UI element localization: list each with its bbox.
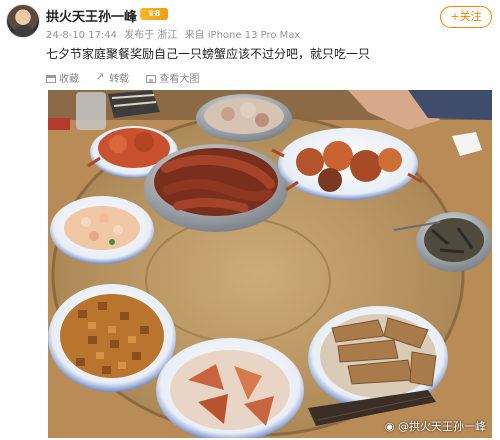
- photo-watermark: ◉ @拱火天王孙一峰: [385, 418, 486, 434]
- crown-icon: ♛: [147, 9, 155, 18]
- post-location: 发布于 浙江: [124, 30, 178, 41]
- avatar[interactable]: [6, 4, 40, 38]
- collect-icon: [46, 75, 56, 83]
- share-icon: [95, 70, 106, 83]
- post-meta: 24-8-10 17:44 发布于 浙江 来自 iPhone 13 Pro Ma…: [46, 26, 304, 41]
- view-large-label: 查看大图: [159, 74, 200, 85]
- username[interactable]: 拱火天王孙一峰: [46, 6, 137, 25]
- post-header: 拱火天王孙一峰 ♛8 24-8-10 17:44 发布于 浙江 来自 iPhon…: [0, 0, 500, 41]
- vip-badge[interactable]: ♛8: [140, 8, 168, 20]
- image-actions: 收藏 转载 查看大图: [46, 70, 213, 86]
- post-text: 七夕节家庭聚餐奖励自己一只螃蟹应该不过分吧，就只吃一只: [46, 47, 371, 61]
- post-datetime[interactable]: 24-8-10 17:44: [46, 30, 117, 41]
- watermark-text: @拱火天王孙一峰: [398, 420, 486, 433]
- collect-label: 收藏: [59, 74, 79, 85]
- view-large-button[interactable]: 查看大图: [146, 70, 199, 85]
- share-button[interactable]: 转载: [95, 70, 130, 85]
- gallery-icon: [146, 75, 157, 83]
- post-photo[interactable]: ◉ @拱火天王孙一峰: [48, 90, 492, 438]
- vip-level: 8: [154, 9, 161, 18]
- weibo-logo-icon: ◉: [384, 420, 395, 433]
- food-table-illustration: [48, 90, 492, 438]
- collect-button[interactable]: 收藏: [46, 70, 79, 85]
- post-source: 来自 iPhone 13 Pro Max: [184, 30, 301, 41]
- share-label: 转载: [109, 74, 130, 85]
- follow-button[interactable]: +关注: [440, 6, 492, 28]
